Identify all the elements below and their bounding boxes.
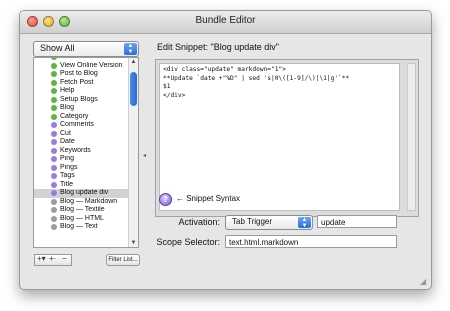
editor-scrollbar[interactable] bbox=[407, 63, 416, 211]
scroll-down-icon[interactable]: ▼ bbox=[129, 239, 138, 247]
editor-line: </div> bbox=[163, 91, 186, 99]
green-circle-icon bbox=[51, 62, 57, 69]
list-item[interactable]: Keywords bbox=[34, 147, 128, 156]
list-item-label: Blog — Markdown bbox=[60, 197, 118, 205]
list-item-label: Cut bbox=[60, 129, 71, 137]
list-item[interactable]: Title bbox=[34, 181, 128, 190]
resize-grip-icon[interactable]: ◢ bbox=[420, 278, 428, 286]
gray-circle-icon bbox=[51, 198, 57, 205]
list-item[interactable]: Blog bbox=[34, 104, 128, 113]
list-item-label: Tags bbox=[60, 172, 75, 179]
list-item[interactable]: Ping bbox=[34, 155, 128, 164]
list-item[interactable]: Pings bbox=[34, 164, 128, 173]
list-item-label: Blog — HTML bbox=[60, 214, 104, 222]
purple-circle-icon bbox=[51, 164, 57, 171]
popup-arrows-icon: ▲ ▼ bbox=[298, 217, 311, 229]
purple-circle-icon bbox=[51, 130, 57, 137]
snippet-syntax-link[interactable]: ← Snippet Syntax bbox=[176, 194, 240, 203]
list-item-label: Blog — Textile bbox=[60, 206, 105, 213]
list-item-label: Fetch Post bbox=[60, 78, 94, 86]
list-item[interactable]: Blog update div bbox=[34, 189, 128, 198]
green-circle-icon bbox=[51, 71, 57, 77]
split-handle-icon[interactable]: ◂ bbox=[143, 152, 146, 159]
green-circle-icon bbox=[51, 79, 57, 86]
filter-list-button[interactable]: Filter List... bbox=[106, 254, 140, 266]
green-circle-icon bbox=[51, 105, 57, 111]
list-item[interactable]: Comments bbox=[34, 121, 128, 130]
green-circle-icon bbox=[51, 58, 57, 60]
list-item[interactable]: Date bbox=[34, 138, 128, 147]
activation-type-popup[interactable]: Tab Trigger ▲ ▼ bbox=[225, 215, 313, 230]
popup-arrows-icon: ▲ ▼ bbox=[124, 43, 137, 55]
list-item[interactable]: Post to Blog bbox=[34, 70, 128, 79]
list-item[interactable]: Blog — Textile bbox=[34, 206, 128, 215]
title-bar[interactable]: Bundle Editor bbox=[20, 11, 431, 34]
scope-selector-label: Scope Selector: bbox=[156, 237, 220, 247]
list-scrollbar[interactable]: ▲ ▼ bbox=[128, 58, 138, 247]
green-circle-icon bbox=[51, 113, 57, 120]
help-icon[interactable]: ? bbox=[159, 193, 172, 206]
item-actions-segmented: +▾ +· − bbox=[34, 254, 72, 266]
list-item[interactable]: Blog — HTML bbox=[34, 215, 128, 224]
list-item[interactable]: Fetch Post bbox=[34, 79, 128, 88]
purple-circle-icon bbox=[51, 156, 57, 162]
list-item-label: Blog update div bbox=[60, 189, 109, 196]
list-item-label: Comments bbox=[60, 121, 94, 128]
bundle-item-rows: PreviewView Online VersionPost to BlogFe… bbox=[34, 58, 128, 232]
bundle-item-list[interactable]: PreviewView Online VersionPost to BlogFe… bbox=[33, 57, 139, 248]
list-item-label: Blog bbox=[60, 104, 75, 111]
list-item-label: Category bbox=[60, 112, 89, 120]
list-item-label: Post to Blog bbox=[60, 70, 98, 77]
purple-circle-icon bbox=[51, 173, 57, 179]
add-item-button[interactable]: +▾ bbox=[37, 254, 46, 263]
list-item-label: Pings bbox=[60, 163, 78, 171]
list-item[interactable]: Setup Blogs bbox=[34, 96, 128, 105]
purple-circle-icon bbox=[51, 139, 57, 145]
list-item-label: Keywords bbox=[60, 146, 91, 154]
purple-circle-icon bbox=[51, 147, 57, 154]
scope-selector-field[interactable]: text.html.markdown bbox=[225, 235, 397, 248]
show-filter-popup[interactable]: Show All ▲ ▼ bbox=[33, 41, 139, 57]
purple-circle-icon bbox=[51, 122, 57, 128]
green-circle-icon bbox=[51, 88, 57, 94]
list-item[interactable]: Blog — Markdown bbox=[34, 198, 128, 207]
editor-line: $1 bbox=[163, 83, 171, 90]
show-filter-value: Show All bbox=[40, 43, 75, 53]
list-item-label: Setup Blogs bbox=[60, 95, 98, 103]
editor-line: **Update `date +"%D" | sed 's|0\([1-9]/\… bbox=[163, 74, 350, 82]
list-item[interactable]: Blog — Text bbox=[34, 223, 128, 232]
list-item-label: Ping bbox=[60, 155, 75, 162]
bundle-editor-window: Bundle Editor Show All ▲▼ PreviewView On… bbox=[19, 10, 432, 290]
gray-circle-icon bbox=[51, 224, 57, 230]
purple-circle-icon bbox=[51, 181, 57, 188]
tab-trigger-field[interactable]: update bbox=[317, 215, 397, 228]
list-item-label: Blog — Text bbox=[60, 223, 98, 230]
list-item-label: View Online Version bbox=[60, 61, 123, 69]
window-title: Bundle Editor bbox=[195, 15, 256, 26]
scroll-up-icon[interactable]: ▲ bbox=[129, 58, 138, 66]
list-item-label: Title bbox=[60, 180, 73, 188]
list-item[interactable]: Help bbox=[34, 87, 128, 96]
edit-snippet-heading: Edit Snippet: "Blog update div" bbox=[157, 42, 279, 52]
editor-line: <div class="update" markdown="1"> bbox=[163, 66, 286, 73]
gray-circle-icon bbox=[51, 215, 57, 222]
add-special-button[interactable]: +· bbox=[49, 254, 56, 263]
snippet-editor[interactable]: <div class="update" markdown="1"> **Updat… bbox=[159, 63, 400, 211]
list-item[interactable]: Tags bbox=[34, 172, 128, 181]
activation-type-value: Tab Trigger bbox=[232, 217, 273, 226]
remove-item-button[interactable]: − bbox=[62, 254, 67, 263]
activation-label: Activation: bbox=[178, 217, 220, 227]
list-item-label: Help bbox=[60, 87, 75, 94]
list-item[interactable]: View Online Version bbox=[34, 62, 128, 71]
list-item[interactable]: Category bbox=[34, 113, 128, 122]
list-item-label: Date bbox=[60, 138, 75, 145]
purple-circle-icon bbox=[51, 190, 57, 196]
list-item[interactable]: Cut bbox=[34, 130, 128, 139]
green-circle-icon bbox=[51, 96, 57, 103]
scroll-thumb[interactable] bbox=[130, 72, 137, 106]
gray-circle-icon bbox=[51, 207, 57, 213]
